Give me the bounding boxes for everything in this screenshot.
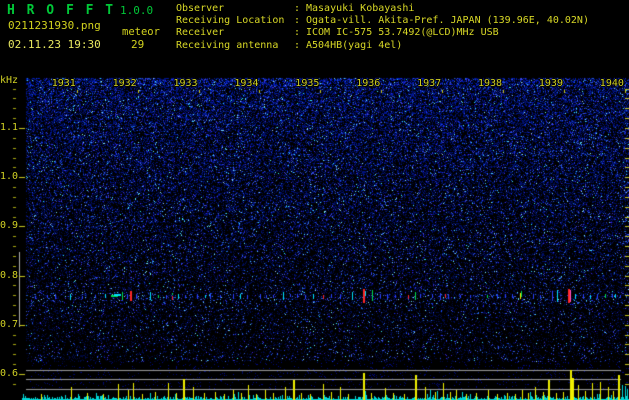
freq-tick-label: 1.0 [0,171,19,183]
info-value: ICOM IC-575 53.7492(@LCD)MHz USB [306,27,499,38]
time-tick-label: 1934 [234,78,259,89]
time-tick-label: 1939 [538,78,563,89]
hrofft-window: H R O F F T 1.0.0 0211231930.png meteor … [0,0,629,400]
meteor-count: 29 [131,38,145,51]
freq-tick-label: 0.6 [0,368,19,379]
time-tick-label: 1938 [478,78,503,89]
info-value: A504HB(yagi 4el) [306,40,403,51]
freq-tick-label: 0.7 [0,318,19,330]
time-tick-label: 1937 [417,78,442,89]
info-label: Observer [176,3,225,14]
info-separator: : [294,40,301,51]
app-title: H R O F F T [7,3,116,18]
info-row-receiver: Receiver : ICOM IC-575 53.7492(@LCD)MHz … [176,28,499,38]
time-tick-label: 1936 [356,78,381,89]
time-tick-label: 1933 [173,78,198,89]
info-label: Receiving antenna [176,40,279,51]
info-separator: : [294,3,301,14]
info-separator: : [294,15,301,26]
freq-tick-label: 1.1 [0,122,19,133]
spectrogram-canvas [0,0,629,400]
info-row-observer: Observer : Masayuki Kobayashi [176,4,414,14]
time-tick-label: 1931 [51,78,76,89]
station-info-block: Observer : Masayuki Kobayashi Receiving … [176,3,589,63]
time-tick-label: 1932 [112,78,137,89]
freq-tick-label: 0.9 [0,220,19,232]
info-row-location: Receiving Location : Ogata-vill. Akita-P… [176,16,589,26]
info-label: Receiver [176,27,225,38]
output-filename: 0211231930.png [8,19,101,32]
time-tick-label: 1935 [295,78,320,89]
info-label: Receiving Location [176,15,285,26]
frequency-unit-label: kHz [0,75,19,86]
datetime-label: 02.11.23 19:30 [8,38,101,51]
info-row-antenna: Receiving antenna : A504HB(yagi 4el) [176,41,402,51]
info-value: Ogata-vill. Akita-Pref. JAPAN (139.96E, … [306,15,589,26]
info-value: Masayuki Kobayashi [306,3,415,14]
app-version: 1.0.0 [120,4,154,17]
freq-tick-label: 0.8 [0,269,19,281]
time-tick-label: 1940 [599,78,624,89]
info-separator: : [294,27,301,38]
mode-label: meteor [122,26,160,38]
